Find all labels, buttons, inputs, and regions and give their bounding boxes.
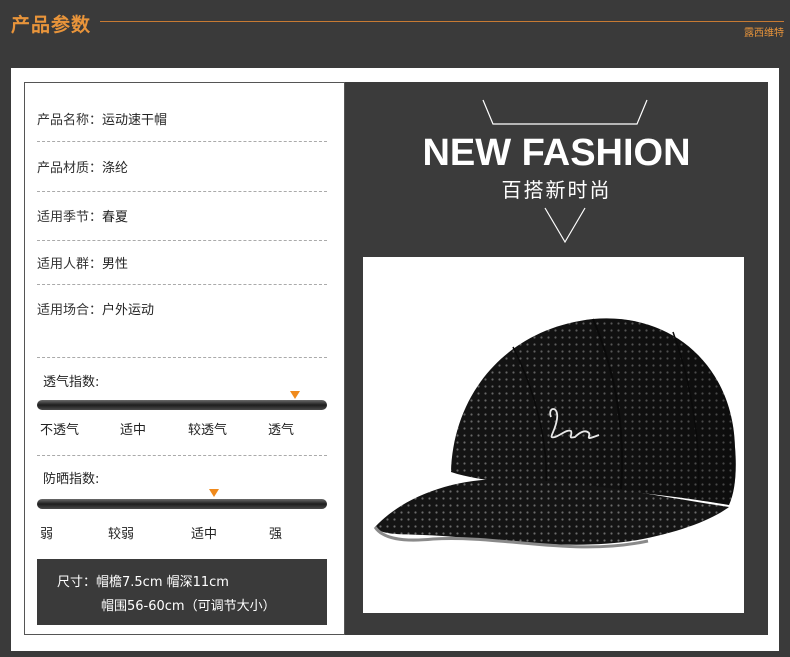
- breathability-bar: [37, 400, 327, 410]
- sun-protection-scale-label: 较弱: [108, 527, 135, 542]
- divider: [37, 141, 327, 142]
- divider: [37, 357, 327, 358]
- divider: [37, 455, 327, 456]
- sun-protection-marker-icon: [208, 489, 219, 497]
- promo-title: NEW FASHION: [422, 132, 691, 174]
- sun-protection-scale-label: 强: [269, 527, 283, 542]
- sun-protection-title: 防晒指数:: [43, 472, 100, 487]
- promo-panel: NEW FASHION 百搭新时尚: [345, 82, 768, 635]
- product-card: 产品名称：运动速干帽 产品材质：涤纶 适用季节：春夏 适用人群：男性 适用场合：…: [11, 68, 779, 651]
- spec-row-occasion: 适用场合：户外运动: [37, 303, 155, 318]
- sun-protection-bar: [37, 499, 327, 509]
- brand-name: 露西维特: [744, 28, 784, 39]
- spec-panel: 产品名称：运动速干帽 产品材质：涤纶 适用季节：春夏 适用人群：男性 适用场合：…: [24, 82, 345, 635]
- size-info-box: 尺寸：帽檐7.5cm 帽深11cm 帽围56-60cm（可调节大小）: [37, 559, 327, 625]
- product-photo: [363, 257, 744, 613]
- header-divider: [100, 21, 784, 22]
- spec-row-season: 适用季节：春夏: [37, 210, 129, 225]
- spec-row-audience: 适用人群：男性: [37, 257, 129, 272]
- section-title: 产品参数: [11, 14, 92, 36]
- breathability-scale-label: 较透气: [188, 423, 228, 438]
- breathability-scale-label: 适中: [120, 423, 147, 438]
- divider: [37, 284, 327, 285]
- breathability-scale-label: 不透气: [40, 423, 80, 438]
- breathability-scale-label: 透气: [268, 423, 295, 438]
- size-line: 尺寸：帽檐7.5cm 帽深11cm: [57, 575, 229, 590]
- promo-subtitle: 百搭新时尚: [501, 178, 612, 202]
- spec-row-name: 产品名称：运动速干帽: [37, 113, 168, 128]
- spec-row-material: 产品材质：涤纶: [37, 161, 129, 176]
- page-header: 产品参数 露西维特: [0, 0, 790, 50]
- divider: [37, 240, 327, 241]
- sun-protection-scale-label: 弱: [40, 527, 54, 542]
- sun-protection-scale-label: 适中: [191, 527, 218, 542]
- breathability-title: 透气指数:: [43, 375, 100, 390]
- baseball-cap-image: [373, 318, 736, 549]
- size-line: 帽围56-60cm（可调节大小）: [101, 599, 276, 614]
- divider: [37, 191, 327, 192]
- breathability-marker-icon: [290, 391, 301, 399]
